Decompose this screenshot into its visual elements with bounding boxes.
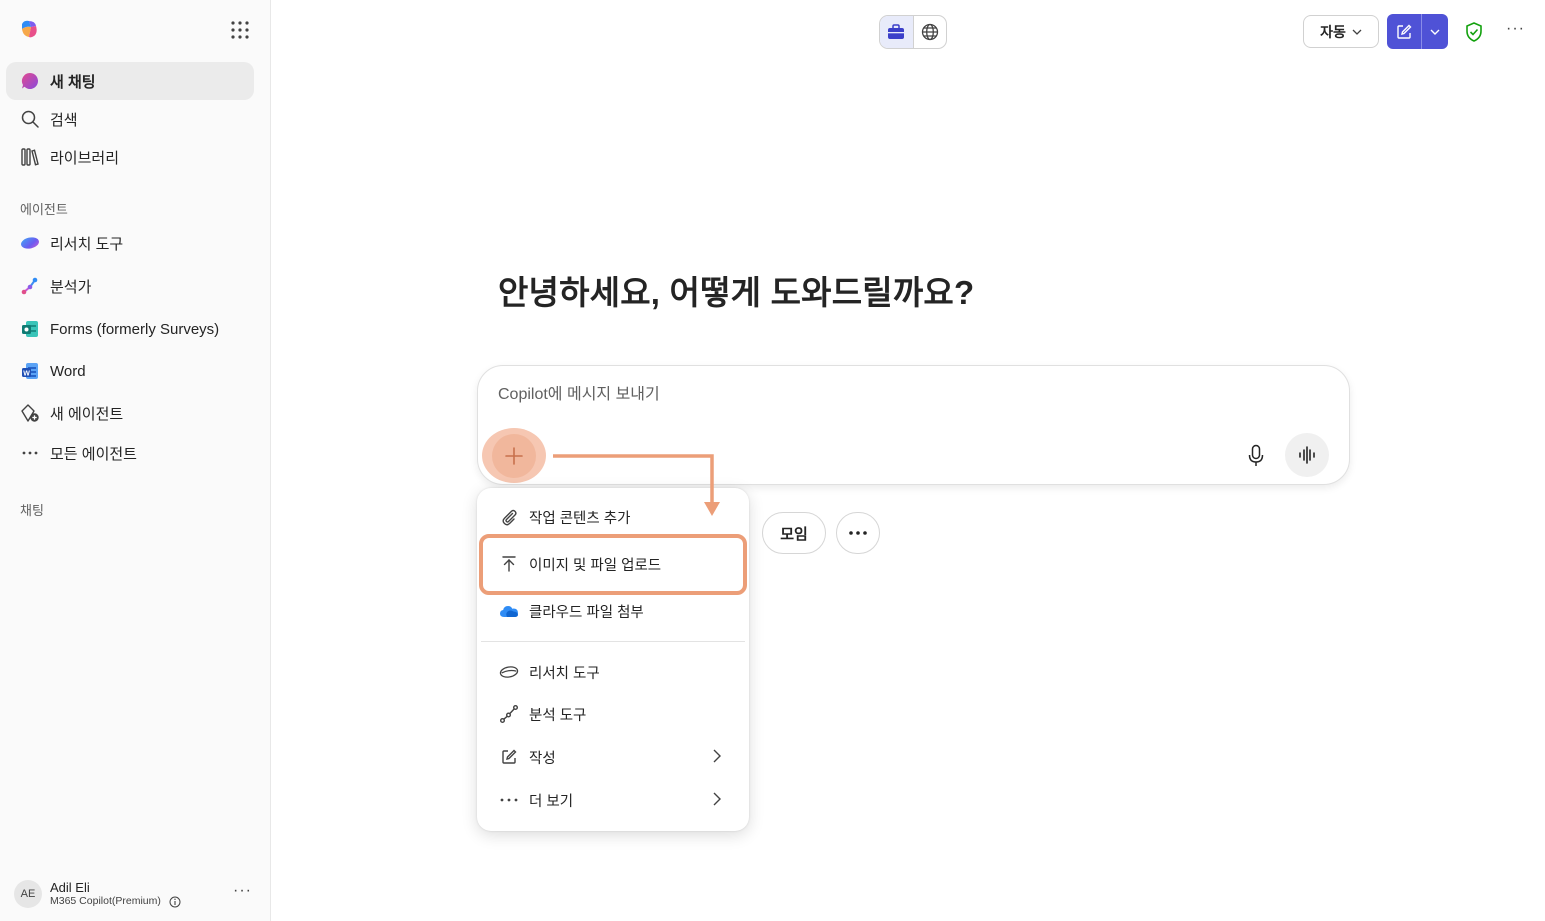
menu-item-label: 리서치 도구	[529, 665, 600, 682]
menu-item-attach-cloud-files[interactable]: 클라우드 파일 첨부	[485, 591, 741, 631]
sidebar-item-label: 검색	[50, 111, 78, 129]
model-mode-dropdown[interactable]: 자동	[1303, 15, 1379, 48]
more-horizontal-icon	[20, 443, 40, 463]
chevron-right-icon	[713, 749, 721, 763]
sidebar-item-label: 모든 에이전트	[50, 445, 137, 463]
more-horizontal-icon	[499, 790, 519, 810]
user-plan: M365 Copilot(Premium)	[50, 895, 161, 907]
upload-icon	[499, 554, 519, 574]
compose-icon	[1397, 24, 1412, 39]
library-icon	[20, 147, 40, 167]
avatar: AE	[14, 880, 42, 908]
new-chat-split-button	[1387, 14, 1448, 49]
menu-item-see-more[interactable]: 더 보기	[485, 780, 741, 820]
chevron-right-icon	[713, 792, 721, 806]
menu-item-label: 작업 콘텐츠 추가	[529, 510, 631, 527]
microphone-icon	[1248, 444, 1264, 466]
menu-item-label: 작성	[529, 750, 556, 767]
sidebar-item-label: Forms (formerly Surveys)	[50, 320, 220, 338]
page-title: 안녕하세요, 어떻게 도와드릴까요?	[498, 274, 975, 311]
sidebar-item-all-agents[interactable]: 모든 에이전트	[6, 434, 254, 472]
search-icon	[20, 109, 40, 129]
forms-app-icon	[20, 319, 40, 339]
compose-button[interactable]	[1387, 14, 1422, 49]
chevron-down-icon	[1430, 29, 1440, 35]
menu-divider	[481, 641, 745, 642]
sidebar-item-label: Word	[50, 362, 86, 380]
more-chips-button[interactable]	[836, 512, 880, 554]
info-icon[interactable]	[169, 896, 181, 908]
chevron-down-icon	[1352, 29, 1362, 35]
paperclip-icon	[499, 507, 519, 527]
sidebar-item-analyst[interactable]: 분석가	[6, 267, 254, 305]
researcher-icon	[499, 662, 519, 682]
briefcase-icon	[888, 24, 905, 39]
menu-item-analyst[interactable]: 분석 도구	[485, 694, 741, 734]
sidebar-item-label: 리서치 도구	[50, 235, 124, 253]
sidebar-item-label: 새 에이전트	[50, 405, 124, 423]
sidebar-item-researcher[interactable]: 리서치 도구	[6, 224, 254, 262]
analyst-agent-icon	[20, 276, 40, 296]
menu-item-researcher[interactable]: 리서치 도구	[485, 652, 741, 692]
plus-icon	[505, 446, 523, 465]
work-mode-button[interactable]	[880, 16, 913, 48]
menu-item-upload-images-files[interactable]: 이미지 및 파일 업로드	[485, 544, 741, 584]
user-name: Adil Eli	[50, 880, 90, 895]
sidebar-item-new-agent[interactable]: 새 에이전트	[6, 394, 254, 432]
audio-waveform-icon	[1299, 446, 1315, 464]
sidebar-item-word[interactable]: W Word	[6, 352, 254, 390]
copilot-app: 새 채팅 검색 라이브러리 에이전트 리서치 도구 분석가 Forms (for…	[0, 0, 1545, 921]
model-mode-label: 자동	[1320, 23, 1346, 40]
sidebar-item-search[interactable]: 검색	[6, 100, 254, 138]
word-app-icon: W	[20, 361, 40, 381]
voice-mode-button[interactable]	[1285, 433, 1329, 477]
agents-section-label: 에이전트	[20, 202, 68, 217]
menu-item-label: 분석 도구	[529, 707, 587, 724]
add-attachment-button[interactable]	[482, 428, 546, 483]
sidebar-item-label: 라이브러리	[50, 149, 120, 167]
analyst-icon	[499, 704, 519, 724]
menu-item-label: 이미지 및 파일 업로드	[529, 557, 662, 574]
app-launcher-icon[interactable]	[229, 19, 251, 41]
new-agent-icon	[20, 403, 40, 423]
sidebar-item-new-chat[interactable]: 새 채팅	[6, 62, 254, 100]
copilot-logo-icon[interactable]	[18, 18, 40, 40]
onedrive-cloud-icon	[499, 601, 519, 621]
meeting-chip[interactable]: 모임	[762, 512, 826, 554]
microphone-button[interactable]	[1243, 440, 1269, 472]
edit-icon	[499, 747, 519, 767]
chats-section-label: 채팅	[20, 503, 44, 518]
menu-item-label: 클라우드 파일 첨부	[529, 604, 644, 621]
sidebar-item-label: 분석가	[50, 278, 92, 296]
more-options-icon[interactable]: ···	[1506, 20, 1525, 38]
web-mode-button[interactable]	[912, 16, 947, 48]
researcher-agent-icon	[20, 233, 40, 253]
menu-item-write[interactable]: 작성	[485, 737, 741, 777]
sidebar-item-library[interactable]: 라이브러리	[6, 138, 254, 176]
compose-options-button[interactable]	[1422, 14, 1448, 49]
globe-icon	[921, 23, 938, 41]
sidebar-item-forms[interactable]: Forms (formerly Surveys)	[6, 310, 254, 348]
attach-menu: 작업 콘텐츠 추가 이미지 및 파일 업로드 클라우드 파일 첨부 리서치 도구	[477, 488, 749, 831]
user-profile[interactable]: AE Adil Eli M365 Copilot(Premium) ···	[14, 876, 264, 912]
more-horizontal-icon	[849, 531, 867, 535]
user-more-icon[interactable]: ···	[233, 882, 252, 900]
svg-text:W: W	[23, 370, 30, 377]
sidebar: 새 채팅 검색 라이브러리 에이전트 리서치 도구 분석가 Forms (for…	[0, 0, 271, 921]
message-composer	[477, 365, 1350, 485]
sidebar-item-label: 새 채팅	[50, 73, 96, 91]
menu-item-add-work-content[interactable]: 작업 콘텐츠 추가	[485, 497, 741, 537]
menu-item-label: 더 보기	[529, 793, 574, 810]
work-web-toggle	[879, 15, 947, 49]
shield-check-icon[interactable]	[1463, 21, 1485, 43]
new-chat-icon	[20, 71, 40, 91]
message-input[interactable]	[498, 386, 1198, 404]
